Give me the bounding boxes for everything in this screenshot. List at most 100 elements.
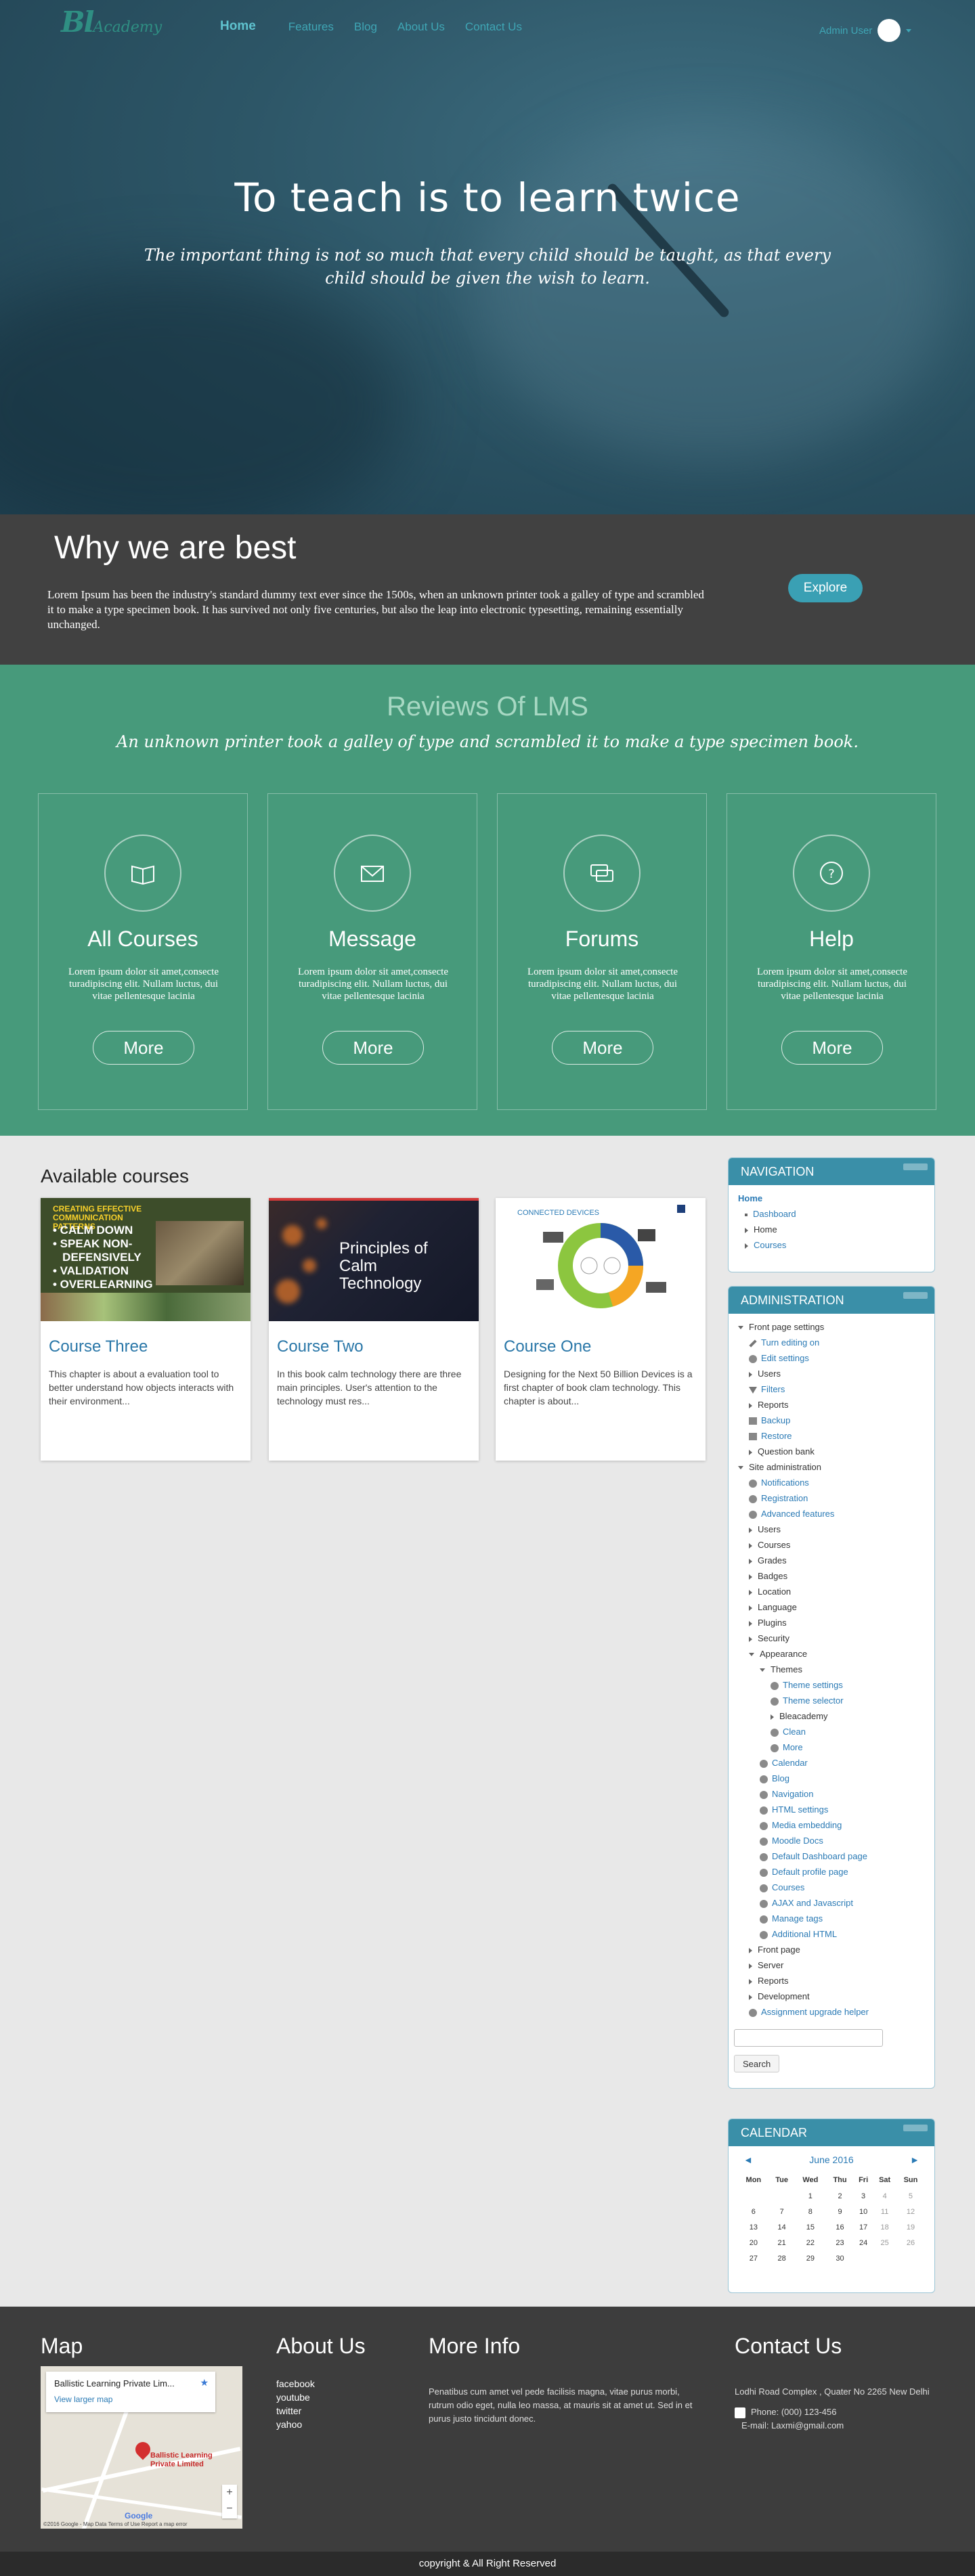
directions-icon[interactable]: ★	[200, 2377, 209, 2389]
calendar-day[interactable]: 23	[826, 2235, 854, 2250]
calendar-day[interactable]: 4	[873, 2188, 896, 2204]
admin-tree-item[interactable]: Front page settings	[738, 1319, 925, 1335]
calendar-day[interactable]: 24	[854, 2235, 873, 2250]
calendar-day[interactable]: 25	[873, 2235, 896, 2250]
nav-tree-home[interactable]: Home	[738, 1191, 925, 1206]
nav-blog[interactable]: Blog	[354, 20, 377, 34]
admin-tree-item[interactable]: Courses	[738, 1880, 925, 1895]
more-button[interactable]: More	[93, 1031, 194, 1065]
link-yahoo[interactable]: yahoo	[276, 2418, 315, 2431]
link-facebook[interactable]: facebook	[276, 2377, 315, 2391]
location-map[interactable]: Ballistic Learning Private Lim... View l…	[41, 2366, 242, 2529]
calendar-day[interactable]: 30	[826, 2250, 854, 2266]
admin-tree-item[interactable]: Notifications	[738, 1475, 925, 1490]
more-button[interactable]: More	[781, 1031, 883, 1065]
course-title[interactable]: Course Three	[49, 1337, 148, 1356]
admin-tree-item[interactable]: Language	[738, 1599, 925, 1615]
admin-tree-item[interactable]: Clean	[738, 1724, 925, 1739]
admin-tree-item[interactable]: AJAX and Javascript	[738, 1895, 925, 1911]
calendar-day[interactable]: 3	[854, 2188, 873, 2204]
calendar-day[interactable]: 29	[795, 2250, 827, 2266]
nav-home[interactable]: Home	[220, 19, 256, 34]
more-button[interactable]: More	[322, 1031, 424, 1065]
admin-tree-item[interactable]: Blog	[738, 1771, 925, 1786]
admin-search-button[interactable]: Search	[734, 2055, 780, 2072]
calendar-day[interactable]: 16	[826, 2219, 854, 2235]
calendar-day[interactable]: 28	[769, 2250, 795, 2266]
site-logo[interactable]: Bl Academy	[61, 5, 162, 39]
prev-month-icon[interactable]: ◄	[743, 2154, 753, 2165]
admin-tree-item[interactable]: Development	[738, 1989, 925, 2004]
next-month-icon[interactable]: ►	[910, 2154, 919, 2165]
user-menu[interactable]: Admin User	[819, 19, 912, 42]
admin-tree-item[interactable]: Manage tags	[738, 1911, 925, 1926]
admin-tree-item[interactable]: Bleacademy	[738, 1708, 925, 1724]
calendar-day[interactable]: 17	[854, 2219, 873, 2235]
admin-tree-item[interactable]: Registration	[738, 1490, 925, 1506]
course-card-one[interactable]: CONNECTED DEVICES Course One Designing f…	[496, 1198, 706, 1461]
admin-tree-item[interactable]: Default Dashboard page	[738, 1848, 925, 1864]
nav-tree-dashboard[interactable]: Dashboard	[738, 1206, 925, 1222]
nav-contact-us[interactable]: Contact Us	[465, 20, 522, 34]
admin-tree-item[interactable]: Theme selector	[738, 1693, 925, 1708]
admin-tree-item[interactable]: Additional HTML	[738, 1926, 925, 1942]
admin-tree-item[interactable]: Moodle Docs	[738, 1833, 925, 1848]
course-title[interactable]: Course One	[504, 1337, 591, 1356]
admin-tree-item[interactable]: Edit settings	[738, 1350, 925, 1366]
link-youtube[interactable]: youtube	[276, 2391, 315, 2404]
admin-tree-item[interactable]: Theme settings	[738, 1677, 925, 1693]
admin-tree-item[interactable]: Calendar	[738, 1755, 925, 1771]
admin-tree-item[interactable]: More	[738, 1739, 925, 1755]
view-larger-map-link[interactable]: View larger map	[54, 2395, 112, 2404]
admin-tree-item[interactable]: Reports	[738, 1973, 925, 1989]
admin-tree-item[interactable]: Location	[738, 1584, 925, 1599]
course-card-two[interactable]: Principles of Calm Technology Course Two…	[269, 1198, 479, 1461]
calendar-day[interactable]: 22	[795, 2235, 827, 2250]
calendar-day[interactable]: 26	[896, 2235, 925, 2250]
nav-features[interactable]: Features	[288, 20, 334, 34]
admin-tree-item[interactable]: Courses	[738, 1537, 925, 1553]
block-controls[interactable]	[903, 1163, 928, 1170]
calendar-month[interactable]: June 2016	[809, 2154, 853, 2165]
calendar-day[interactable]: 8	[795, 2204, 827, 2219]
admin-tree-item[interactable]: Question bank	[738, 1444, 925, 1459]
calendar-day[interactable]: 7	[769, 2204, 795, 2219]
calendar-day[interactable]: 1	[795, 2188, 827, 2204]
block-controls[interactable]	[903, 1292, 928, 1299]
admin-tree-item[interactable]: Plugins	[738, 1615, 925, 1630]
calendar-day[interactable]: 20	[738, 2235, 769, 2250]
more-button[interactable]: More	[552, 1031, 653, 1065]
admin-search-input[interactable]	[734, 2029, 883, 2047]
explore-button[interactable]: Explore	[788, 574, 863, 602]
admin-tree-item[interactable]: Server	[738, 1957, 925, 1973]
nav-tree-site-home[interactable]: Home	[738, 1222, 925, 1237]
calendar-day[interactable]: 27	[738, 2250, 769, 2266]
admin-tree-item[interactable]: Users	[738, 1522, 925, 1537]
calendar-day[interactable]: 9	[826, 2204, 854, 2219]
map-zoom-control[interactable]: + −	[222, 2485, 237, 2518]
calendar-day[interactable]: 6	[738, 2204, 769, 2219]
calendar-day[interactable]: 15	[795, 2219, 827, 2235]
contact-email[interactable]: E-mail: Laxmi@gmail.com	[735, 2419, 938, 2433]
admin-tree-item[interactable]: HTML settings	[738, 1802, 925, 1817]
admin-tree-item[interactable]: Default profile page	[738, 1864, 925, 1880]
nav-about-us[interactable]: About Us	[397, 20, 445, 34]
nav-tree-courses[interactable]: Courses	[738, 1237, 925, 1253]
calendar-day[interactable]: 19	[896, 2219, 925, 2235]
admin-tree-item[interactable]: Front page	[738, 1942, 925, 1957]
calendar-day[interactable]: 13	[738, 2219, 769, 2235]
admin-tree-item[interactable]: Restore	[738, 1428, 925, 1444]
admin-tree-item[interactable]: Filters	[738, 1381, 925, 1397]
admin-tree-item[interactable]: Users	[738, 1366, 925, 1381]
admin-tree-item[interactable]: Backup	[738, 1413, 925, 1428]
block-controls[interactable]	[903, 2125, 928, 2131]
admin-tree-item[interactable]: Navigation	[738, 1786, 925, 1802]
admin-tree-item[interactable]: Appearance	[738, 1646, 925, 1662]
calendar-day[interactable]: 14	[769, 2219, 795, 2235]
calendar-day[interactable]: 21	[769, 2235, 795, 2250]
calendar-day[interactable]: 2	[826, 2188, 854, 2204]
link-twitter[interactable]: twitter	[276, 2404, 315, 2418]
admin-tree-item[interactable]: Advanced features	[738, 1506, 925, 1522]
admin-tree-item[interactable]: Grades	[738, 1553, 925, 1568]
calendar-day[interactable]: 12	[896, 2204, 925, 2219]
